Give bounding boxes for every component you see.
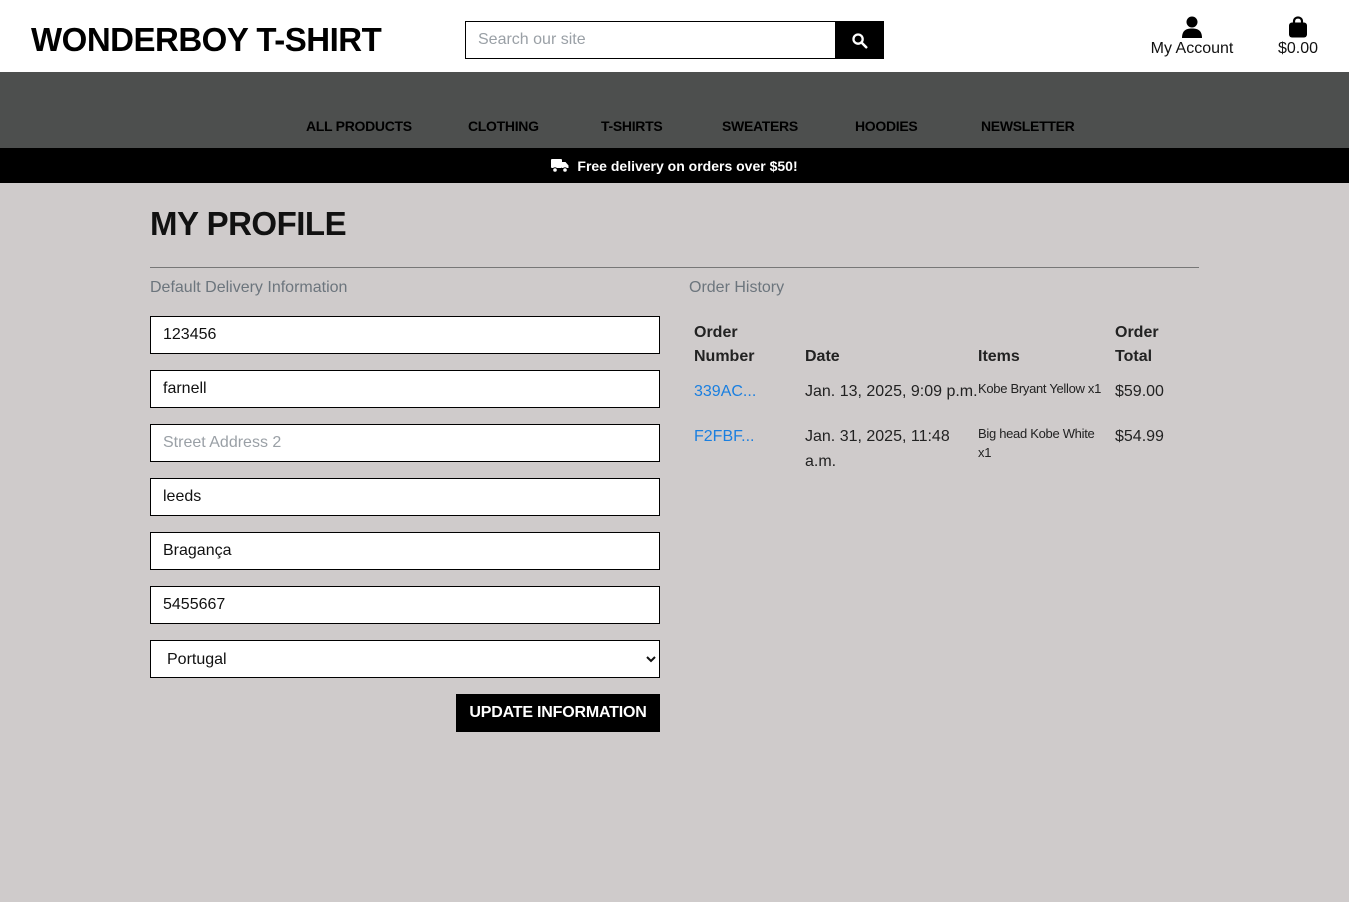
search-input[interactable] [465, 21, 835, 59]
order-number-link[interactable]: 339AC... [694, 379, 756, 404]
country-select[interactable]: Portugal [150, 640, 660, 678]
header-order-number: Order Number [694, 321, 754, 369]
order-date-line2: a.m. [805, 453, 837, 470]
nav-all-products[interactable]: ALL PRODUCTS [306, 118, 412, 134]
header-order-total-line1: Order [1115, 324, 1159, 341]
header-order-number-line2: Number [694, 348, 755, 365]
search-button[interactable] [835, 21, 884, 59]
nav-t-shirts[interactable]: T-SHIRTS [601, 118, 663, 134]
header-date: Date [805, 348, 840, 365]
order-items: Kobe Bryant Yellow x1 [978, 381, 1102, 396]
nav-hoodies[interactable]: HOODIES [855, 118, 918, 134]
phone-number-field[interactable] [150, 316, 660, 354]
delivery-banner: Free delivery on orders over $50! [0, 148, 1349, 183]
bag-total: $0.00 [1277, 40, 1319, 57]
order-date: Jan. 31, 2025, 11:48 a.m. [805, 424, 950, 474]
order-items: Big head Kobe White x1 [978, 424, 1095, 462]
truck-icon [551, 159, 569, 173]
site-logo[interactable]: WONDERBOY T-SHIRT [31, 20, 382, 60]
street-address-1-field[interactable] [150, 370, 660, 408]
order-total: $59.00 [1115, 383, 1164, 400]
county-field[interactable] [150, 532, 660, 570]
order-history-heading: Order History [689, 279, 785, 296]
order-total: $54.99 [1115, 428, 1164, 445]
street-address-2-field[interactable] [150, 424, 660, 462]
site-header: WONDERBOY T-SHIRT My Account $0.00 [0, 0, 1349, 72]
order-date: Jan. 13, 2025, 9:09 p.m. [805, 383, 978, 400]
nav-sweaters[interactable]: SWEATERS [722, 118, 798, 134]
search-form [465, 21, 884, 59]
delivery-info-heading: Default Delivery Information [150, 279, 348, 296]
update-information-button[interactable]: UPDATE INFORMATION [456, 694, 660, 732]
header-order-number-line1: Order [694, 324, 738, 341]
header-order-total: Order Total [1115, 321, 1159, 369]
order-items-line1: Big head Kobe White [978, 426, 1095, 441]
header-items: Items [978, 348, 1020, 365]
postcode-field[interactable] [150, 586, 660, 624]
divider [150, 267, 1199, 268]
order-number-link[interactable]: F2FBF... [694, 424, 754, 449]
order-items-line2: x1 [978, 445, 992, 460]
main-nav: ALL PRODUCTS CLOTHING T-SHIRTS SWEATERS … [0, 72, 1349, 148]
user-icon [1182, 16, 1202, 38]
shopping-bag-icon [1289, 16, 1307, 38]
search-icon [852, 32, 868, 49]
nav-clothing[interactable]: CLOTHING [468, 118, 539, 134]
nav-newsletter[interactable]: NEWSLETTER [981, 118, 1075, 134]
delivery-banner-text: Free delivery on orders over $50! [577, 157, 798, 174]
shopping-bag-link[interactable]: $0.00 [1272, 16, 1324, 58]
order-date-line1: Jan. 31, 2025, 11:48 [805, 428, 950, 445]
page-title: MY PROFILE [150, 205, 347, 242]
my-account-link[interactable]: My Account [1146, 16, 1238, 58]
header-order-total-line2: Total [1115, 348, 1153, 365]
town-city-field[interactable] [150, 478, 660, 516]
my-account-label: My Account [1150, 40, 1234, 57]
